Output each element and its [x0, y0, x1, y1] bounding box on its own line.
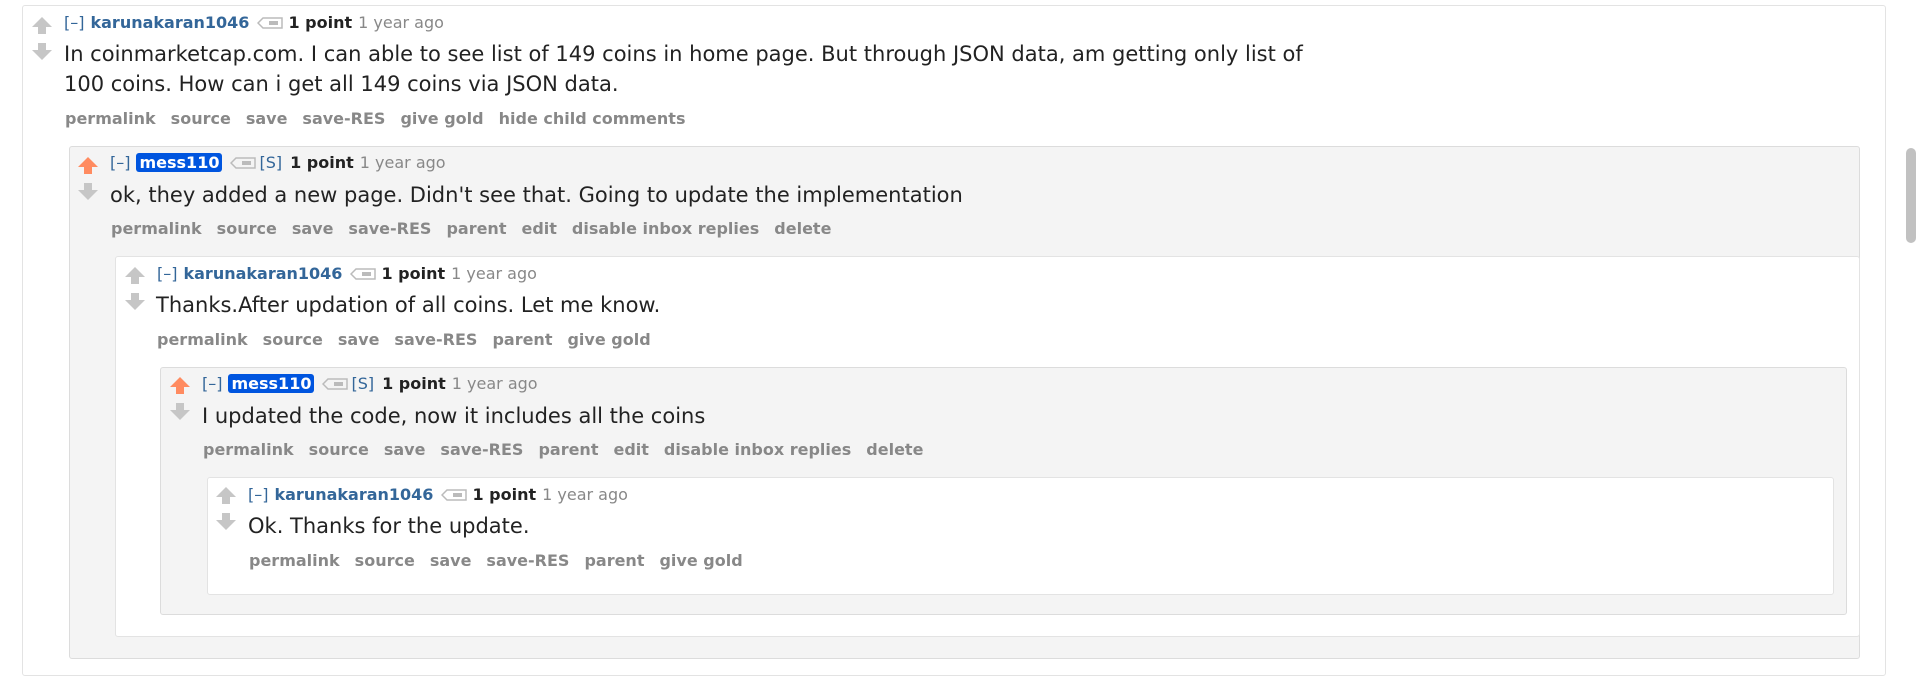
upvote-arrow-icon[interactable] — [214, 484, 238, 508]
source-button[interactable]: source — [263, 330, 323, 349]
comment-time: 1 year ago — [358, 13, 444, 32]
source-button[interactable]: source — [217, 219, 277, 238]
vote-controls — [123, 264, 147, 314]
delete-button[interactable]: delete — [866, 440, 923, 459]
comment-body: In coinmarketcap.com. I can able to see … — [64, 39, 1303, 99]
vote-controls — [214, 484, 238, 534]
parent-button[interactable]: parent — [538, 440, 598, 459]
vote-controls — [30, 14, 54, 64]
comment-time: 1 year ago — [451, 264, 537, 283]
tag-icon[interactable] — [322, 375, 349, 395]
disable-inbox-replies-button[interactable]: disable inbox replies — [572, 219, 759, 238]
submitter-badge[interactable]: [S] — [259, 153, 282, 172]
author-link[interactable]: mess110 — [228, 374, 315, 393]
downvote-arrow-icon[interactable] — [214, 510, 238, 534]
tag-icon[interactable] — [230, 154, 257, 174]
comment-score: 1 point — [288, 13, 353, 32]
parent-button[interactable]: parent — [492, 330, 552, 349]
source-button[interactable]: source — [355, 551, 415, 570]
downvote-arrow-icon[interactable] — [168, 400, 192, 424]
parent-button[interactable]: parent — [584, 551, 644, 570]
author-link[interactable]: mess110 — [136, 153, 223, 172]
downvote-arrow-icon[interactable] — [76, 180, 100, 204]
author-link[interactable]: karunakaran1046 — [183, 264, 342, 283]
scrollbar-thumb[interactable] — [1906, 148, 1916, 243]
save-res-button[interactable]: save-RES — [348, 219, 431, 238]
comment-body-line: I updated the code, now it includes all … — [202, 404, 706, 428]
comment-tagline: [–] mess110 [S] 1 point 1 year ago — [110, 153, 446, 174]
author-link[interactable]: karunakaran1046 — [90, 13, 249, 32]
comment-score: 1 point — [290, 153, 354, 172]
save-res-button[interactable]: save-RES — [302, 109, 385, 128]
comment-time: 1 year ago — [542, 485, 628, 504]
upvote-arrow-icon[interactable] — [76, 154, 100, 178]
permalink-button[interactable]: permalink — [249, 551, 340, 570]
collapse-toggle[interactable]: [–] — [202, 374, 222, 393]
save-button[interactable]: save — [430, 551, 472, 570]
comment-score: 1 point — [381, 264, 446, 283]
author-link[interactable]: karunakaran1046 — [274, 485, 433, 504]
comment-body: ok, they added a new page. Didn't see th… — [110, 180, 963, 210]
comment-buttons: permalink source save save-RES parent edit dis… — [203, 440, 938, 460]
delete-button[interactable]: delete — [774, 219, 831, 238]
comment-time: 1 year ago — [359, 153, 446, 172]
submitter-badge[interactable]: [S] — [351, 374, 374, 393]
collapse-toggle[interactable]: [–] — [64, 13, 84, 32]
vote-controls — [168, 374, 192, 424]
comment-body: Ok. Thanks for the update. — [248, 511, 530, 541]
comment-tagline: [–] karunakaran1046 1 point 1 year ago — [248, 485, 628, 506]
save-button[interactable]: save — [338, 330, 380, 349]
comment-body-line: Thanks.After updation of all coins. Let … — [156, 293, 661, 317]
hide-child-comments-button[interactable]: hide child comments — [499, 109, 686, 128]
edit-button[interactable]: edit — [613, 440, 648, 459]
comment-buttons: permalink source save save-RES parent give go… — [157, 330, 666, 350]
permalink-button[interactable]: permalink — [157, 330, 248, 349]
comment-tagline: [–] karunakaran1046 1 point 1 year ago — [157, 264, 537, 285]
save-res-button[interactable]: save-RES — [440, 440, 523, 459]
comment-body-line: Ok. Thanks for the update. — [248, 514, 530, 538]
save-button[interactable]: save — [292, 219, 334, 238]
permalink-button[interactable]: permalink — [203, 440, 294, 459]
tag-icon[interactable] — [350, 265, 377, 285]
edit-button[interactable]: edit — [521, 219, 556, 238]
save-button[interactable]: save — [246, 109, 288, 128]
disable-inbox-replies-button[interactable]: disable inbox replies — [664, 440, 851, 459]
save-button[interactable]: save — [384, 440, 426, 459]
downvote-arrow-icon[interactable] — [30, 40, 54, 64]
upvote-arrow-icon[interactable] — [30, 14, 54, 38]
give-gold-button[interactable]: give gold — [567, 330, 650, 349]
give-gold-button[interactable]: give gold — [659, 551, 742, 570]
comment-buttons: permalink source save save-RES parent give go… — [249, 551, 758, 571]
upvote-arrow-icon[interactable] — [168, 374, 192, 398]
comment-time: 1 year ago — [451, 374, 538, 393]
save-res-button[interactable]: save-RES — [486, 551, 569, 570]
source-button[interactable]: source — [171, 109, 231, 128]
comment-body-line: ok, they added a new page. Didn't see th… — [110, 183, 963, 207]
comment-buttons: permalink source save save-RES parent edit dis… — [111, 219, 846, 239]
comment-body: I updated the code, now it includes all … — [202, 401, 705, 431]
tag-icon[interactable] — [441, 486, 468, 506]
comment-body-line: 100 coins. How can i get all 149 coins v… — [64, 72, 619, 96]
permalink-button[interactable]: permalink — [65, 109, 156, 128]
comment-buttons: permalink source save save-RES give gold hide… — [65, 109, 700, 129]
parent-button[interactable]: parent — [446, 219, 506, 238]
give-gold-button[interactable]: give gold — [400, 109, 483, 128]
tag-icon[interactable] — [257, 14, 284, 34]
downvote-arrow-icon[interactable] — [123, 290, 147, 314]
comment-body-line: In coinmarketcap.com. I can able to see … — [64, 42, 1303, 66]
comment-tagline: [–] mess110 [S] 1 point 1 year ago — [202, 374, 538, 395]
save-res-button[interactable]: save-RES — [394, 330, 477, 349]
source-button[interactable]: source — [309, 440, 369, 459]
collapse-toggle[interactable]: [–] — [248, 485, 268, 504]
permalink-button[interactable]: permalink — [111, 219, 202, 238]
vote-controls — [76, 154, 100, 204]
collapse-toggle[interactable]: [–] — [157, 264, 177, 283]
collapse-toggle[interactable]: [–] — [110, 153, 130, 172]
comment-tagline: [–] karunakaran1046 1 point 1 year ago — [64, 13, 444, 34]
comment-body: Thanks.After updation of all coins. Let … — [156, 290, 660, 320]
upvote-arrow-icon[interactable] — [123, 264, 147, 288]
comment-score: 1 point — [382, 374, 446, 393]
comment-score: 1 point — [472, 485, 537, 504]
